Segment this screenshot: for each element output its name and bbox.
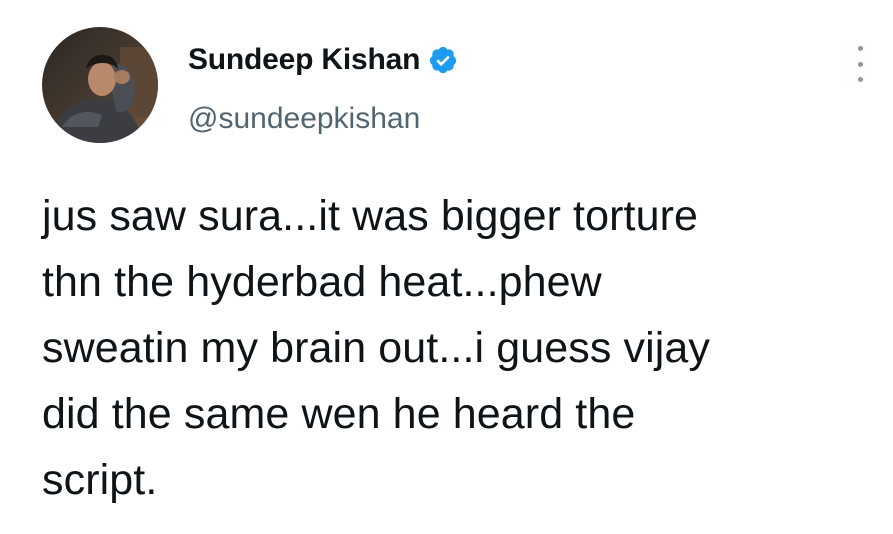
verified-badge-icon xyxy=(428,45,458,75)
more-options-button[interactable] xyxy=(848,46,872,82)
tweet-text: jus saw sura...it was bigger torture thn… xyxy=(42,183,882,513)
tweet-text-line: sweatin my brain out...i guess vijay xyxy=(42,324,711,372)
author-handle[interactable]: @sundeepkishan xyxy=(188,100,420,138)
tweet-text-line: script. xyxy=(42,456,158,504)
tweet-text-line: thn the hyderbad heat...phew xyxy=(42,258,602,306)
profile-photo xyxy=(42,27,158,143)
avatar[interactable] xyxy=(42,27,158,143)
vertical-ellipsis-icon xyxy=(857,46,863,51)
vertical-ellipsis-icon xyxy=(857,77,863,82)
author-name-row[interactable]: Sundeep Kishan xyxy=(188,40,458,80)
author-display-name[interactable]: Sundeep Kishan xyxy=(188,40,420,80)
tweet-text-line: jus saw sura...it was bigger torture xyxy=(42,192,699,240)
vertical-ellipsis-icon xyxy=(857,61,863,67)
tweet-text-line: did the same wen he heard the xyxy=(42,390,636,438)
